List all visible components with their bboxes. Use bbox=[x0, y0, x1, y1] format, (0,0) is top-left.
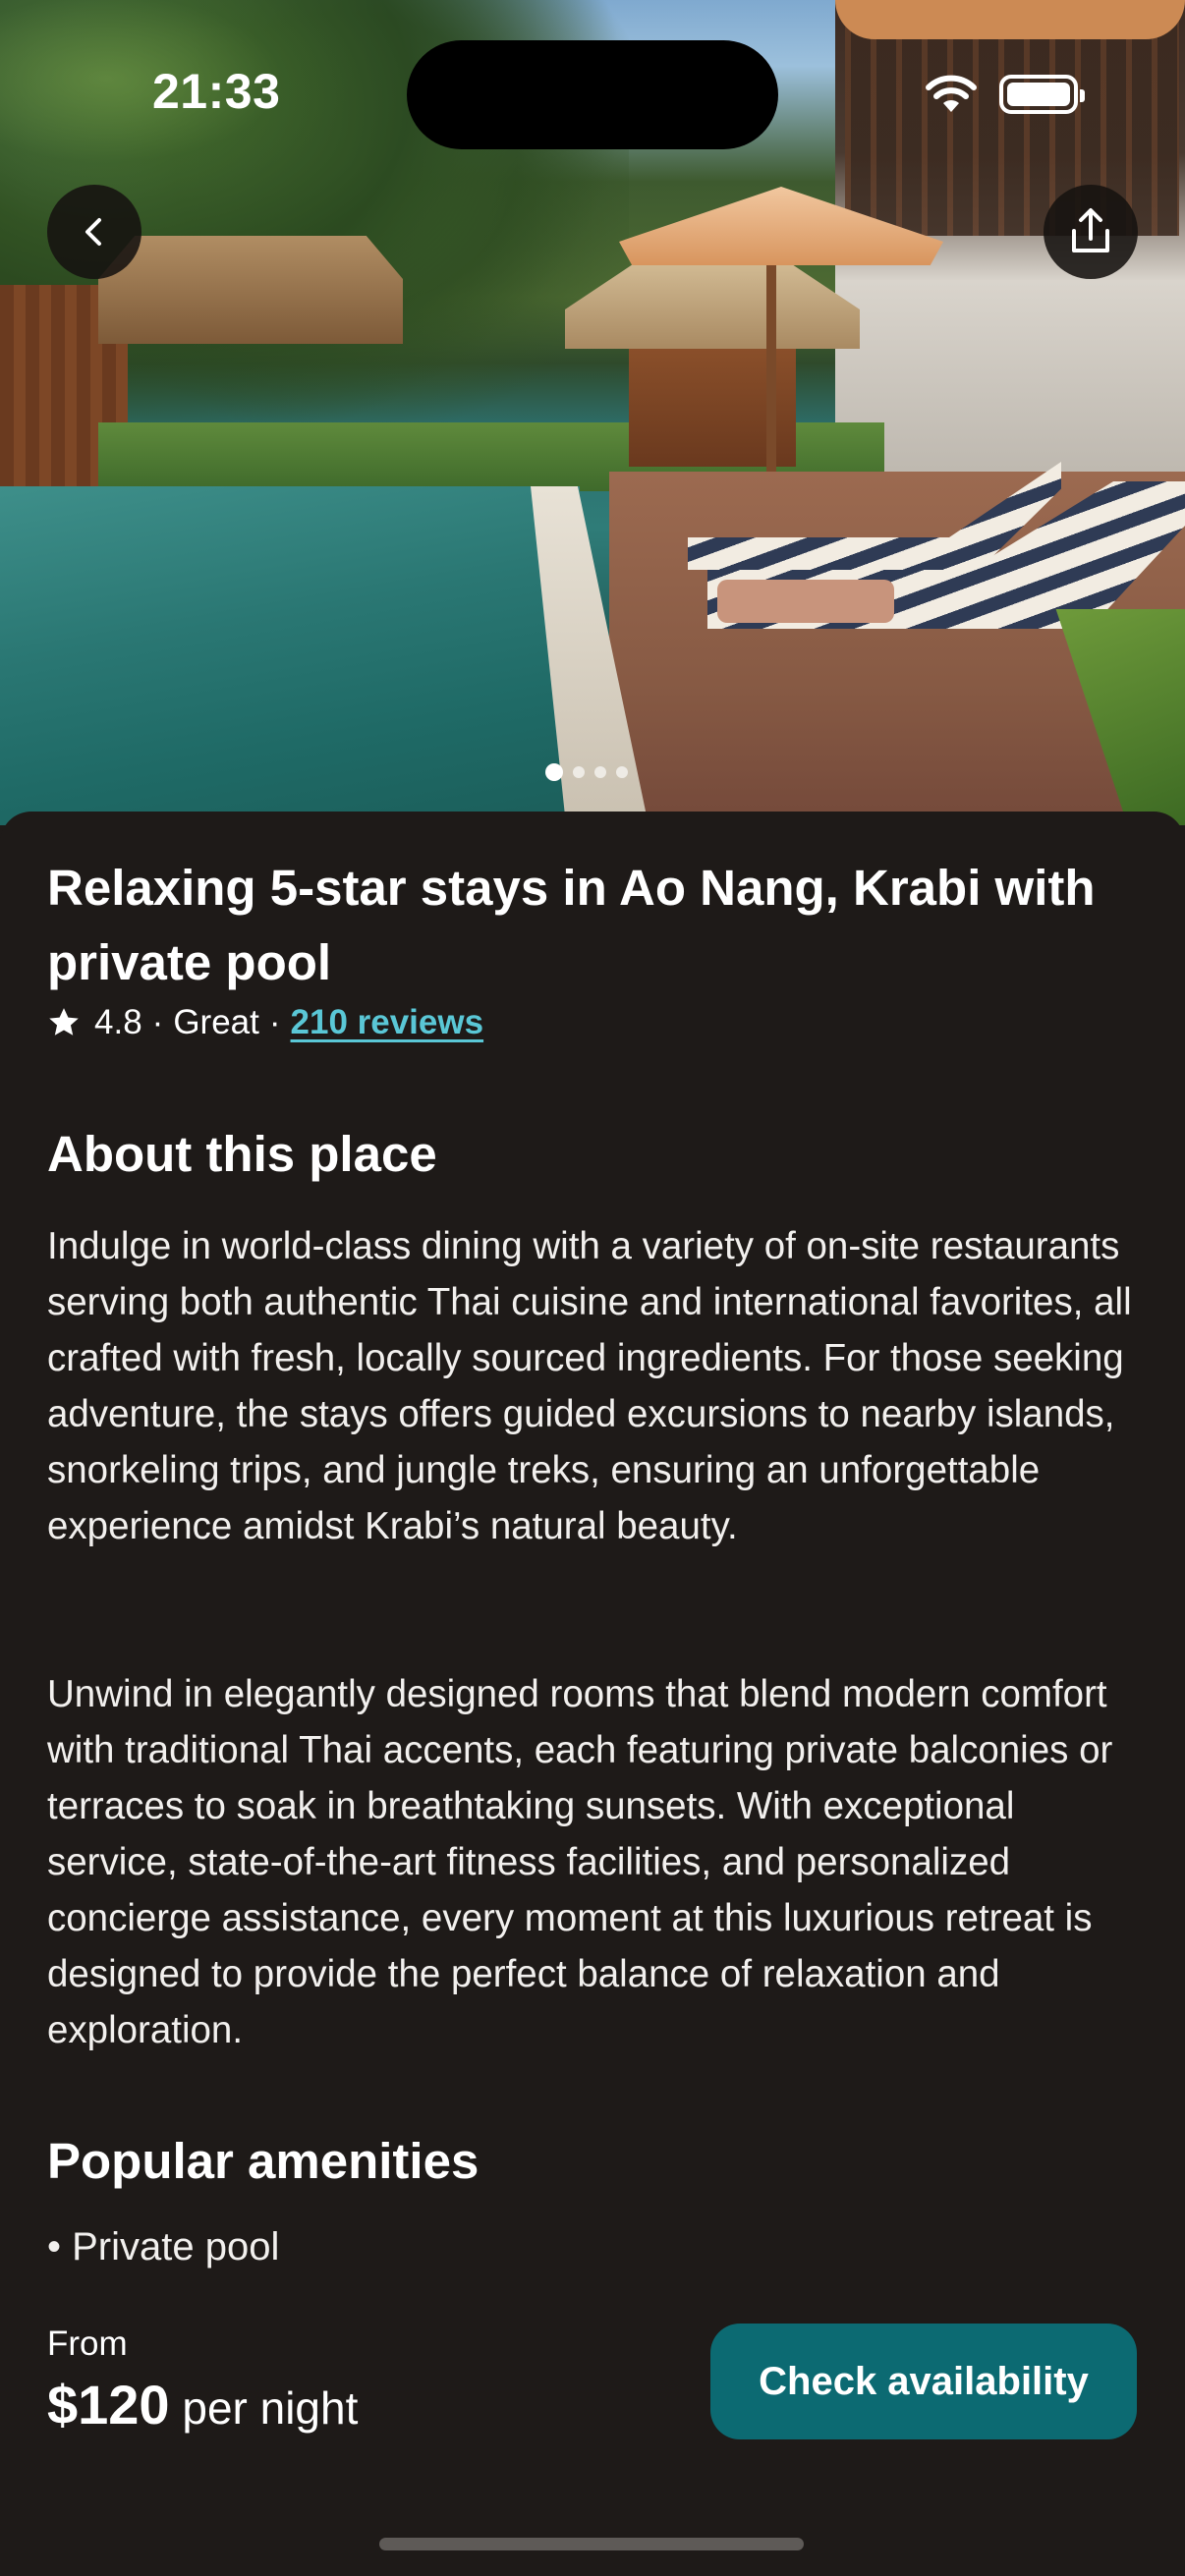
price: $120 per night bbox=[47, 2373, 358, 2436]
check-availability-button[interactable]: Check availability bbox=[710, 2324, 1137, 2439]
share-icon bbox=[1072, 208, 1109, 252]
hero-lounger-cushion bbox=[717, 580, 894, 623]
home-indicator[interactable] bbox=[379, 2538, 804, 2550]
dynamic-island bbox=[407, 40, 778, 149]
wifi-icon bbox=[926, 75, 977, 112]
carousel-dot[interactable] bbox=[545, 763, 563, 781]
status-time: 21:33 bbox=[152, 64, 281, 119]
about-heading: About this place bbox=[47, 1126, 437, 1182]
hero-umbrella-top bbox=[835, 0, 1185, 39]
hero-hut-left bbox=[98, 236, 403, 344]
carousel-dot[interactable] bbox=[594, 766, 606, 778]
star-icon bbox=[49, 1008, 79, 1036]
price-amount: $120 bbox=[47, 2374, 170, 2436]
back-button[interactable] bbox=[47, 185, 141, 279]
amenity-item: • Private pool bbox=[47, 2225, 280, 2268]
rating-label: Great bbox=[173, 1003, 259, 1041]
about-paragraph: Indulge in world-class dining with a var… bbox=[47, 1225, 1132, 1547]
reviews-link[interactable]: 210 reviews bbox=[291, 1003, 484, 1042]
separator-dot: · bbox=[268, 1003, 281, 1041]
hero-pool bbox=[0, 486, 580, 825]
listing-title: Relaxing 5-star stays in Ao Nang, Krabi … bbox=[47, 860, 1096, 990]
share-button[interactable] bbox=[1044, 185, 1138, 279]
carousel-dot[interactable] bbox=[573, 766, 585, 778]
price-from-label: From bbox=[47, 2324, 128, 2363]
carousel-dot[interactable] bbox=[616, 766, 628, 778]
carousel-page-indicator[interactable] bbox=[545, 763, 628, 781]
amenities-heading: Popular amenities bbox=[47, 2133, 480, 2189]
about-paragraph: Unwind in elegantly designed rooms that … bbox=[47, 1673, 1113, 2051]
rating-row: 4.8 · Great · 210 reviews bbox=[47, 1003, 483, 1042]
battery-icon bbox=[999, 75, 1085, 114]
price-unit: per night bbox=[169, 2382, 359, 2434]
rating-value: 4.8 bbox=[94, 1003, 142, 1041]
separator-dot: · bbox=[151, 1003, 164, 1041]
chevron-left-icon bbox=[85, 218, 101, 246]
hero-umbrella-pole bbox=[766, 255, 776, 472]
